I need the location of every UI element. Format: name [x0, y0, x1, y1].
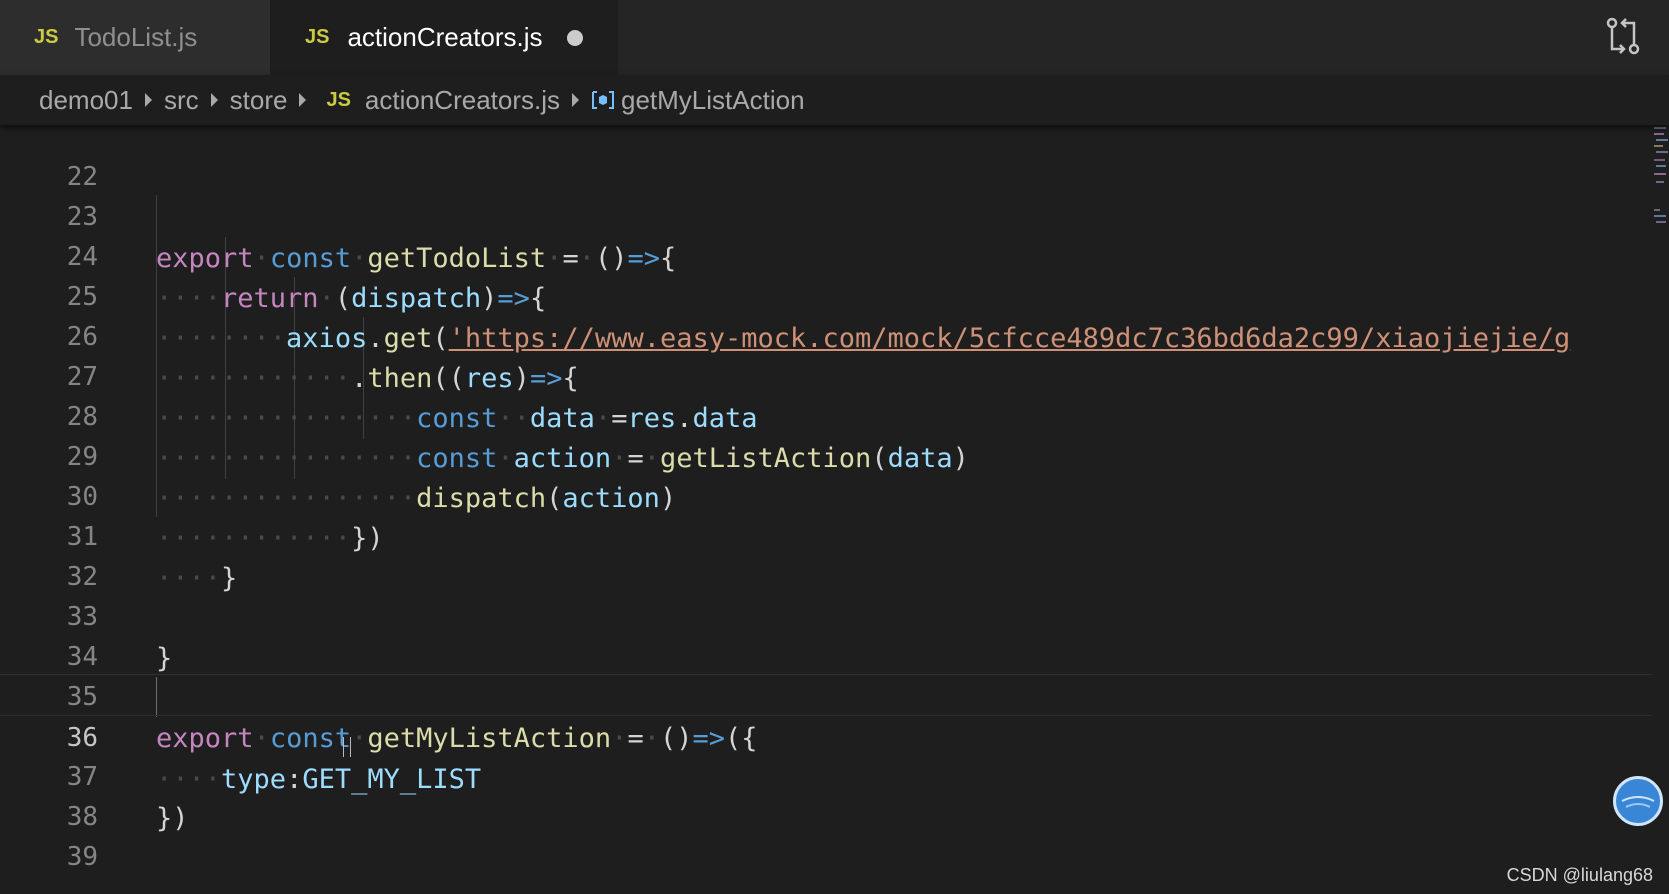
code-line[interactable]: 32 — [0, 514, 1652, 592]
unsaved-dot-icon[interactable] — [566, 29, 583, 46]
js-file-icon: JS — [305, 26, 330, 48]
code-line[interactable]: 23 export·const·getTodoList·=·()=>{ — [0, 154, 1652, 274]
editor-tab-bar: JS TodoList.js JS actionCreators.js — [0, 0, 1669, 75]
code-editor[interactable]: 22 23 export·const·getTodoList·=·()=>{ 2… — [0, 125, 1669, 894]
js-file-icon: JS — [34, 26, 59, 48]
code-line[interactable]: 24 ····return·(dispatch)=>{ — [0, 194, 1652, 314]
breadcrumb-symbol[interactable]: getMyListAction — [621, 85, 805, 116]
code-line[interactable]: 35 export·const·getMyListAction·=·()=>({ — [0, 634, 1652, 754]
js-file-icon: JS — [326, 88, 351, 111]
code-line[interactable]: 30 ············}) — [0, 434, 1652, 554]
breadcrumb-folder[interactable]: store — [230, 85, 288, 116]
watermark: CSDN @liulang68 — [1506, 865, 1653, 885]
code-line[interactable]: 29 ················dispatch(action) — [0, 394, 1652, 514]
code-line[interactable]: 25 ········axios.get('https://www.easy-m… — [0, 234, 1652, 354]
text-cursor-icon — [343, 737, 351, 757]
code-line[interactable]: 33 } — [0, 554, 1652, 674]
tab-label: actionCreators.js — [347, 22, 543, 52]
tab-todolist[interactable]: JS TodoList.js — [0, 0, 270, 75]
code-line[interactable]: 22 — [0, 125, 1652, 192]
code-line[interactable]: 39 — [0, 794, 1652, 872]
code-line[interactable]: 38 — [0, 754, 1652, 832]
code-line[interactable]: 28 ················const·action·=·getLis… — [0, 354, 1652, 474]
symbol-variable-icon — [591, 89, 617, 111]
breadcrumb-folder[interactable]: demo01 — [39, 85, 133, 116]
floating-assistant-button[interactable] — [1613, 776, 1663, 826]
code-line[interactable]: 27 ················const··data·=res.data — [0, 314, 1652, 434]
code-line[interactable]: 34 — [0, 594, 1652, 672]
chevron-right-icon — [299, 93, 307, 107]
chevron-right-icon — [210, 93, 218, 107]
chevron-right-icon — [572, 93, 579, 107]
chevron-right-icon — [144, 93, 152, 107]
line-number: 39 — [66, 842, 98, 872]
code-line[interactable]: 26 ············.then((res)=>{ — [0, 274, 1652, 394]
breadcrumb-file[interactable]: actionCreators.js — [365, 85, 560, 116]
code-line[interactable]: 31 ····} — [0, 474, 1652, 594]
breadcrumb: demo01 src store JS actionCreators.js ge… — [0, 75, 1669, 125]
tab-actioncreators[interactable]: JS actionCreators.js — [270, 0, 618, 75]
tab-label: TodoList.js — [74, 22, 198, 52]
code-line-current[interactable]: 36 ····type:GET_MY_LIST — [0, 674, 1652, 795]
compare-changes-icon[interactable] — [1603, 16, 1643, 56]
breadcrumb-folder[interactable]: src — [164, 85, 199, 116]
code-line[interactable]: 37 }) — [0, 714, 1652, 834]
